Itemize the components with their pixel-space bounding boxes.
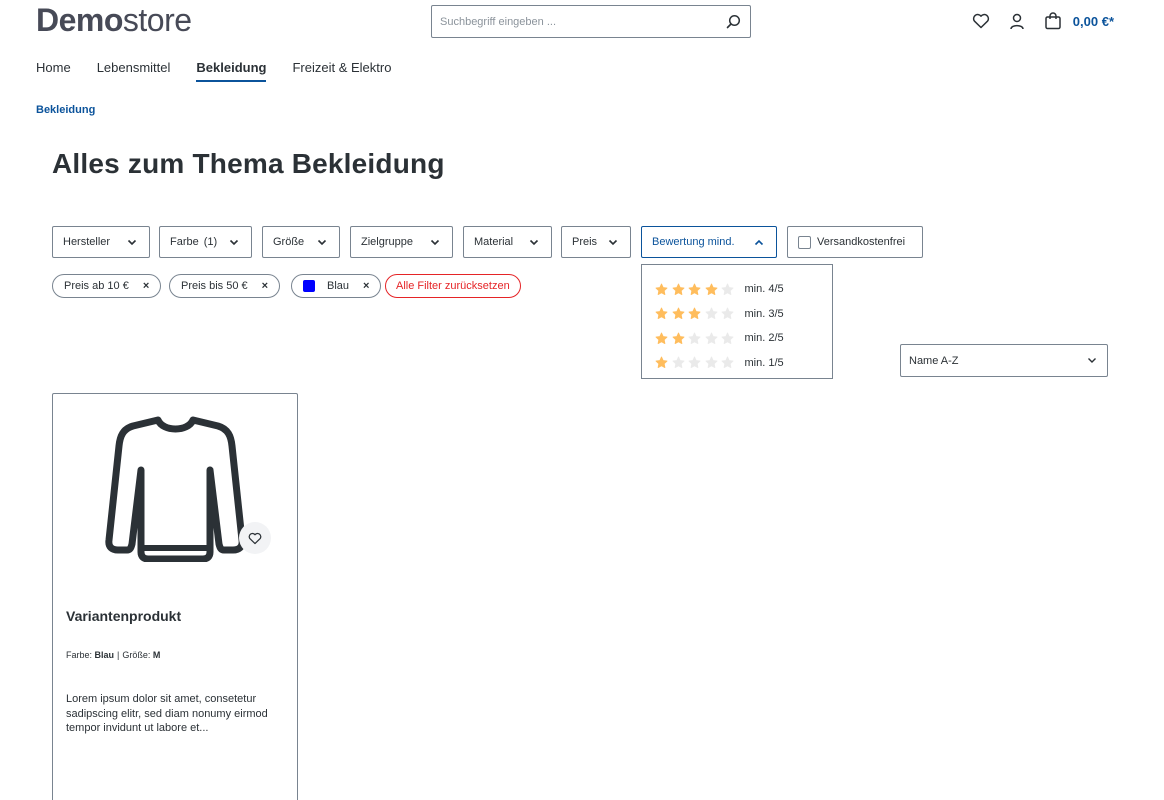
star-icon xyxy=(655,331,672,345)
star-icon xyxy=(655,356,672,370)
filter-zielgruppe[interactable]: Zielgruppe xyxy=(350,226,453,258)
versandkostenfrei-checkbox[interactable] xyxy=(798,235,811,249)
star-icon xyxy=(688,282,705,296)
breadcrumb[interactable]: Bekleidung xyxy=(36,104,95,116)
nav-item-freizeit-elektro[interactable]: Freizeit & Elektro xyxy=(292,60,391,82)
star-icon xyxy=(721,307,738,321)
star-icon xyxy=(705,356,722,370)
product-variant-info: Farbe: Blau | Größe: M xyxy=(66,650,161,660)
rating-option-label: min. 2/5 xyxy=(744,332,784,345)
star-icon xyxy=(688,331,705,345)
filter-groesse[interactable]: Größe xyxy=(262,226,340,258)
cart-bag-icon[interactable] xyxy=(1035,8,1071,34)
star-icon xyxy=(688,356,705,370)
add-to-wishlist-button[interactable] xyxy=(239,522,271,554)
star-rating xyxy=(655,282,738,296)
filter-farbe[interactable]: Farbe (1) xyxy=(159,226,252,258)
account-icon[interactable] xyxy=(999,8,1035,34)
filter-label: Farbe (1) xyxy=(170,236,218,248)
star-icon xyxy=(721,356,738,370)
filter-label: Größe xyxy=(273,236,305,248)
filter-label: Hersteller xyxy=(63,236,111,248)
star-icon xyxy=(721,331,738,345)
reset-filters-button[interactable]: Alle Filter zurücksetzen xyxy=(385,274,521,298)
filter-preis[interactable]: Preis xyxy=(561,226,631,258)
product-name[interactable]: Variantenprodukt xyxy=(66,608,181,624)
rating-option[interactable]: min. 4/5 xyxy=(655,277,832,302)
star-icon xyxy=(688,307,705,321)
header-actions: 0,00 €* xyxy=(963,8,1114,34)
nav-item-lebensmittel[interactable]: Lebensmittel xyxy=(97,60,171,82)
filter-versandkostenfrei[interactable]: Versandkostenfrei xyxy=(787,226,923,258)
filter-label: Versandkostenfrei xyxy=(817,236,906,248)
pill-label: Preis ab 10 € xyxy=(64,280,129,292)
close-icon[interactable]: × xyxy=(363,280,369,292)
store-logo[interactable]: Demo store xyxy=(36,2,192,38)
star-icon xyxy=(672,307,689,321)
page-title: Alles zum Thema Bekleidung xyxy=(52,148,445,179)
close-icon[interactable]: × xyxy=(143,280,149,292)
rating-option[interactable]: min. 2/5 xyxy=(655,326,832,351)
filter-count: (1) xyxy=(203,236,218,248)
search-bar xyxy=(431,5,751,38)
main-navigation: Home Lebensmittel Bekleidung Freizeit & … xyxy=(36,60,417,82)
filter-bewertung[interactable]: Bewertung mind. xyxy=(641,226,777,258)
chevron-down-icon xyxy=(125,235,139,249)
star-rating xyxy=(655,331,738,345)
color-swatch xyxy=(303,280,315,292)
search-icon[interactable] xyxy=(716,6,750,37)
chevron-down-icon xyxy=(606,235,620,249)
chevron-up-icon xyxy=(752,235,766,249)
chevron-down-icon xyxy=(315,235,329,249)
star-icon xyxy=(672,356,689,370)
rating-option-label: min. 1/5 xyxy=(744,356,784,369)
rating-option-label: min. 4/5 xyxy=(744,283,784,296)
search-input[interactable] xyxy=(432,6,716,37)
chevron-down-icon xyxy=(227,235,241,249)
chevron-down-icon xyxy=(527,235,541,249)
star-icon xyxy=(672,331,689,345)
star-icon xyxy=(655,282,672,296)
logo-light-text: store xyxy=(122,2,192,38)
product-card[interactable]: Variantenprodukt Farbe: Blau | Größe: M Lo… xyxy=(52,393,298,800)
pill-label: Preis bis 50 € xyxy=(181,280,248,292)
rating-option-label: min. 3/5 xyxy=(744,307,784,320)
star-icon xyxy=(672,282,689,296)
nav-item-bekleidung[interactable]: Bekleidung xyxy=(196,60,267,82)
pill-label: Blau xyxy=(327,280,350,292)
rating-option[interactable]: min. 3/5 xyxy=(655,302,832,327)
cart-total[interactable]: 0,00 €* xyxy=(1073,14,1114,29)
star-rating xyxy=(655,356,738,370)
star-icon xyxy=(705,331,722,345)
filter-label: Zielgruppe xyxy=(361,236,413,248)
filter-label: Preis xyxy=(572,236,598,248)
active-filter-preis-ab[interactable]: Preis ab 10 € × xyxy=(52,274,162,298)
star-icon xyxy=(705,307,722,321)
star-rating xyxy=(655,307,738,321)
filter-label: Bewertung mind. xyxy=(652,236,735,248)
star-icon xyxy=(655,307,672,321)
logo-bold-text: Demo xyxy=(36,2,123,38)
sort-select[interactable]: Name A-Z xyxy=(900,344,1108,377)
star-icon xyxy=(721,282,738,296)
sweater-product-image[interactable] xyxy=(103,412,248,562)
filter-label: Material xyxy=(474,236,514,248)
close-icon[interactable]: × xyxy=(262,280,268,292)
filter-material[interactable]: Material xyxy=(463,226,552,258)
sort-selected: Name A-Z xyxy=(909,354,959,367)
chevron-down-icon xyxy=(428,235,442,249)
star-icon xyxy=(705,282,722,296)
nav-item-home[interactable]: Home xyxy=(36,60,71,82)
wishlist-heart-icon[interactable] xyxy=(963,8,999,34)
heart-icon xyxy=(248,532,262,544)
product-description: Lorem ipsum dolor sit amet, consetetur s… xyxy=(66,693,268,734)
filter-hersteller[interactable]: Hersteller xyxy=(52,226,150,258)
rating-option[interactable]: min. 1/5 xyxy=(655,351,832,376)
chevron-down-icon xyxy=(1087,355,1097,367)
active-filter-preis-bis[interactable]: Preis bis 50 € × xyxy=(169,274,281,298)
rating-dropdown: min. 4/5 min. 3/5 min. 2/5 min. 1/5 xyxy=(641,264,833,379)
active-filter-blau[interactable]: Blau × xyxy=(291,274,382,298)
